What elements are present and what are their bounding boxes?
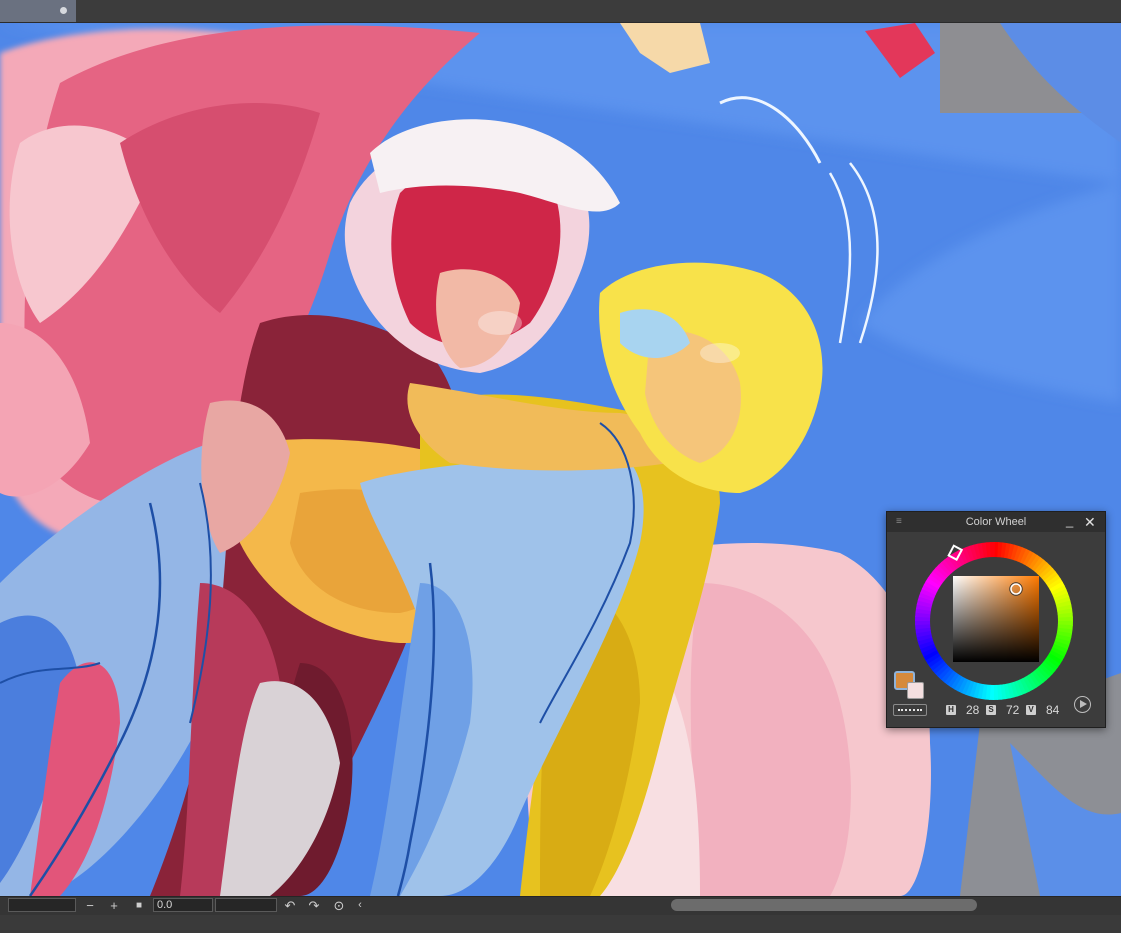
play-icon[interactable]: [1074, 696, 1091, 713]
document-tab[interactable]: [0, 0, 76, 22]
drawing-canvas[interactable]: [0, 23, 1121, 896]
document-tab-bar: [0, 0, 1121, 23]
sub-color-swatch[interactable]: [907, 682, 924, 699]
angle-field[interactable]: 0.0: [153, 898, 213, 912]
hue-value[interactable]: 28: [966, 703, 979, 717]
saturation-value[interactable]: 72: [1006, 703, 1019, 717]
reset-icon[interactable]: ■: [129, 897, 149, 914]
horizontal-scrollbar[interactable]: [671, 899, 977, 911]
transparent-color-button[interactable]: [893, 704, 927, 716]
zoom-out-icon[interactable]: −: [80, 897, 100, 914]
artwork: [0, 23, 1121, 896]
unsaved-dot-icon: [60, 7, 67, 14]
rotate-right-icon[interactable]: ↷: [304, 897, 324, 914]
value-label: V: [1026, 705, 1036, 715]
rotate-reset-icon[interactable]: ⊙: [329, 897, 349, 914]
close-icon[interactable]: ✕: [1084, 514, 1096, 531]
navigator-toolbar: − + ■ 0.0 ↶ ↷ ⊙ ‹: [0, 896, 1121, 915]
rotate-left-icon[interactable]: ↶: [280, 897, 300, 914]
hue-label: H: [946, 705, 956, 715]
angle-slider[interactable]: [215, 898, 277, 912]
value-value[interactable]: 84: [1046, 703, 1059, 717]
zoom-in-icon[interactable]: +: [104, 897, 124, 914]
saturation-label: S: [986, 705, 996, 715]
hue-wheel[interactable]: [909, 536, 1079, 706]
color-wheel-panel: ≡ Color Wheel _ ✕ H 28 S 72 V 84: [886, 511, 1106, 728]
collapse-icon[interactable]: ‹: [350, 897, 370, 914]
zoom-field[interactable]: [8, 898, 76, 912]
status-bar: [0, 915, 1121, 933]
panel-title-bar[interactable]: ≡ Color Wheel _ ✕: [887, 512, 1105, 532]
minimize-icon[interactable]: _: [1066, 513, 1073, 528]
